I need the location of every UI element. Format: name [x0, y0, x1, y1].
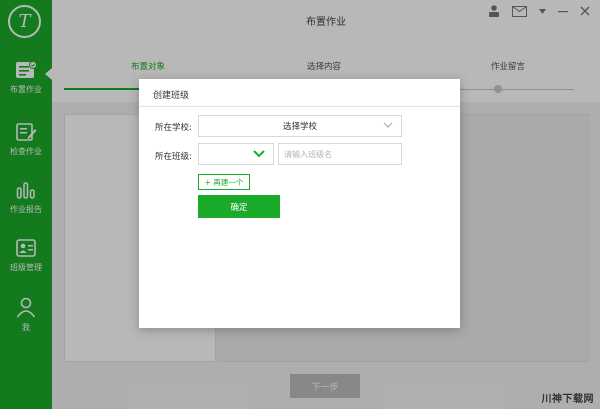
- school-select-value: 选择学校: [282, 122, 317, 132]
- class-select[interactable]: [198, 143, 274, 165]
- watermark: 川神下载网: [541, 394, 594, 405]
- class-label: 所在班级:: [155, 152, 192, 162]
- school-select[interactable]: 选择学校: [198, 115, 402, 137]
- chevron-down-icon: [383, 121, 393, 132]
- school-label: 所在学校:: [155, 123, 192, 133]
- dialog-title: 创建班级: [153, 91, 190, 101]
- add-another-button[interactable]: + 再建一个: [198, 174, 250, 190]
- create-class-dialog: 创建班级 所在学校: 选择学校 所在班级: + 再建一个 确定: [139, 79, 460, 328]
- confirm-button[interactable]: 确定: [198, 195, 280, 218]
- class-name-input[interactable]: [278, 143, 402, 165]
- dialog-divider: [139, 106, 460, 107]
- chevron-down-icon: [253, 149, 265, 161]
